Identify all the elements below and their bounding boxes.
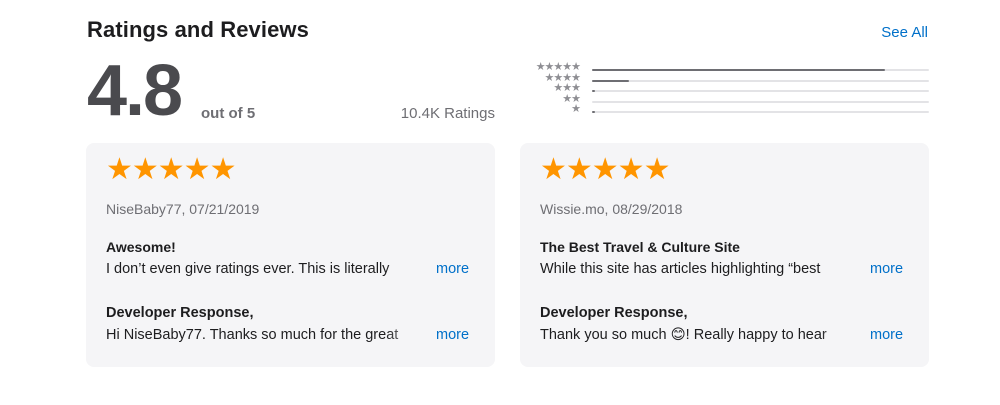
review-title: Awesome!	[106, 239, 176, 255]
rating-scale-label: out of 5	[201, 105, 256, 122]
review-card: ★★★★★ Wissie.mo, 08/29/2018 The Best Tra…	[520, 143, 929, 367]
review-title: The Best Travel & Culture Site	[540, 239, 740, 255]
review-stars: ★★★★★	[106, 153, 236, 186]
developer-response-text: Hi NiseBaby77. Thanks so much for the gr…	[106, 327, 399, 343]
developer-response-more-link[interactable]: more	[436, 327, 469, 343]
histogram-bar	[592, 79, 630, 82]
average-rating: 4.8	[87, 51, 183, 131]
histogram-bar	[592, 111, 595, 113]
see-all-link[interactable]: See All	[881, 24, 928, 41]
histogram-track	[592, 90, 929, 92]
review-author-date: Wissie.mo, 08/29/2018	[540, 201, 683, 217]
histogram-bar	[592, 90, 595, 92]
rating-histogram: ★★★★★ ★★★★ ★★★ ★★ ★	[518, 62, 929, 118]
review-body-text: I don’t even give ratings ever. This is …	[106, 261, 390, 277]
review-card: ★★★★★ NiseBaby77, 07/21/2019 Awesome! I …	[86, 143, 495, 367]
review-more-link[interactable]: more	[436, 261, 469, 277]
review-more-link[interactable]: more	[870, 261, 903, 277]
review-body: I don’t even give ratings ever. This is …	[106, 261, 476, 279]
histogram-bar	[592, 69, 886, 71]
histogram-row-1: ★	[518, 103, 929, 118]
histogram-track	[592, 69, 929, 71]
review-stars: ★★★★★	[540, 153, 670, 186]
developer-response-title: Developer Response,	[106, 305, 254, 321]
review-body-text: While this site has articles highlightin…	[540, 261, 821, 277]
section-title: Ratings and Reviews	[87, 17, 309, 42]
developer-response-body: Thank you so much 😊! Really happy to hea…	[540, 327, 910, 345]
histogram-star-label: ★	[571, 103, 581, 115]
histogram-track	[592, 79, 929, 82]
histogram-track	[592, 111, 929, 113]
review-author-date: NiseBaby77, 07/21/2019	[106, 201, 260, 217]
developer-response-body: Hi NiseBaby77. Thanks so much for the gr…	[106, 327, 476, 345]
developer-response-more-link[interactable]: more	[870, 327, 903, 343]
developer-response-text: Thank you so much 😊! Really happy to hea…	[540, 327, 827, 343]
developer-response-title: Developer Response,	[540, 305, 688, 321]
review-body: While this site has articles highlightin…	[540, 261, 910, 279]
ratings-count: 10.4K Ratings	[400, 105, 495, 122]
histogram-track	[592, 100, 929, 103]
